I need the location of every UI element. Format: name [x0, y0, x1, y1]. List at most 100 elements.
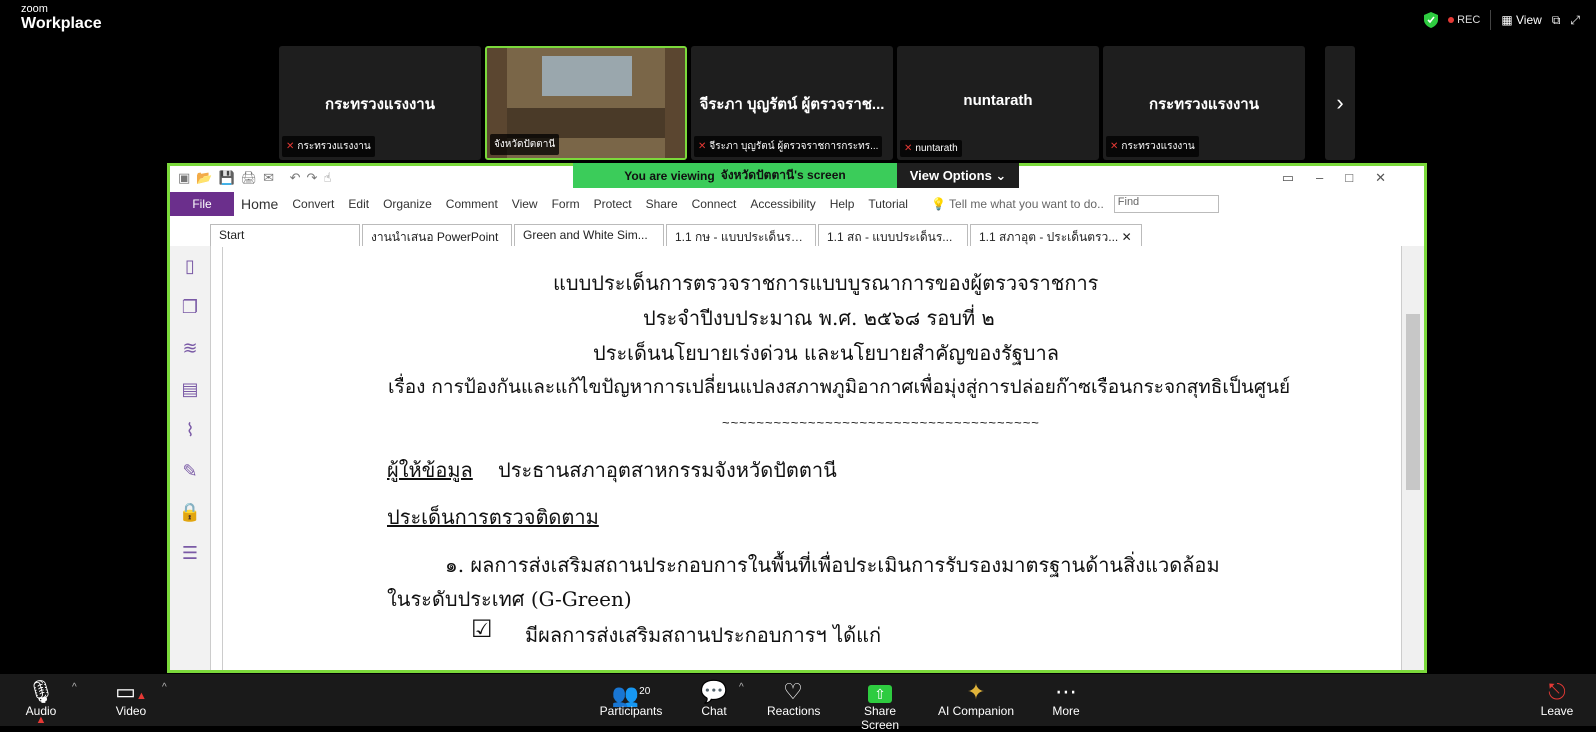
file-menu[interactable]: File — [170, 192, 234, 216]
view-button[interactable]: ▦ View — [1501, 13, 1541, 27]
menu-form[interactable]: Form — [545, 197, 587, 211]
form-icon[interactable]: ☰ — [182, 543, 198, 564]
shield-icon[interactable] — [1424, 12, 1439, 28]
menu-home[interactable]: Home — [234, 196, 285, 212]
item1-line2: ในระดับประเทศ (G-Green) — [387, 587, 632, 611]
doc-title-line4: เรื่อง การป้องกันและแก้ไขปัญหาการเปลี่ยน… — [388, 376, 1291, 398]
leave-button[interactable]: ⎋ Leave — [1540, 680, 1574, 719]
document-tabs: Start งานนำเสนอ PowerPoint Green and Whi… — [170, 219, 1424, 246]
tab-start[interactable]: Start — [210, 224, 360, 246]
video-label: Video — [115, 704, 147, 718]
fullscreen-icon[interactable]: ⤢ — [1570, 13, 1580, 28]
view-options-button[interactable]: View Options ⌄ — [897, 163, 1019, 188]
close-tab-icon[interactable]: ✕ — [1122, 230, 1132, 244]
doc-title-line2: ประจำปีงบประมาณ พ.ศ. ๒๕๖๘ รอบที่ ๒ — [643, 306, 995, 330]
participant-tile[interactable]: nuntarath ✕ nuntarath — [897, 46, 1099, 160]
vertical-scrollbar[interactable] — [1401, 246, 1424, 670]
participant-tile[interactable]: กระทรวงแรงงาน ✕ กระทรวงแรงงาน — [279, 46, 481, 160]
next-page-chevron-icon[interactable]: › — [1325, 46, 1355, 160]
check-text: มีผลการส่งเสริมสถานประกอบการฯ ได้แก่ — [525, 623, 882, 647]
brand-big: Workplace — [21, 15, 102, 32]
participants-button[interactable]: 👥20 Participants — [598, 680, 664, 718]
menu-organize[interactable]: Organize — [376, 197, 439, 211]
layers-icon[interactable]: ≋ — [182, 338, 197, 359]
menu-view[interactable]: View — [505, 197, 545, 211]
audio-label: Audio — [25, 704, 57, 718]
audio-button[interactable]: 🎙▲ Audio — [24, 680, 58, 727]
chat-options-caret-icon[interactable]: ^ — [739, 682, 744, 693]
screen-owner: จังหวัดปัตตานี's screen — [720, 168, 846, 182]
ornament-divider: ~~~~~~~~~~~~~~~~~~~~~~~~~~~~~~~~~~~~~~~ — [722, 415, 1040, 430]
item1-line1: ๑. ผลการส่งเสริมสถานประกอบการในพื้นที่เพ… — [445, 553, 1220, 577]
menu-accessibility[interactable]: Accessibility — [743, 197, 822, 211]
participant-tag-label: กระทรวงแรงงาน — [1121, 141, 1195, 152]
menu-share[interactable]: Share — [639, 197, 685, 211]
checkbox-icon: ☑ — [471, 615, 493, 643]
menu-connect[interactable]: Connect — [685, 197, 744, 211]
shared-screen: ▣📂💾🖨✉ ↶↷☝ ▭–□✕ File Home Convert Edit Or… — [167, 163, 1427, 673]
section-heading: ประเด็นการตรวจติดตาม — [387, 505, 599, 529]
participant-count: 20 — [639, 686, 651, 697]
participant-name-tag: ✕ กระทรวงแรงงาน — [1106, 136, 1199, 157]
ai-companion-label: AI Companion — [937, 704, 1015, 718]
tell-me-input[interactable]: 💡 Tell me what you want to do.. — [931, 197, 1104, 211]
more-button[interactable]: ⋯ More — [1051, 680, 1081, 719]
rec-label: REC — [1457, 14, 1481, 26]
reactions-button[interactable]: ♡ Reactions — [767, 679, 821, 719]
muted-mic-icon: ✕ — [1110, 141, 1119, 152]
tab-active[interactable]: 1.1 สภาอุต - ประเด็นตรว... ✕ — [970, 224, 1142, 246]
divider — [1490, 10, 1492, 30]
menu-protect[interactable]: Protect — [587, 197, 639, 211]
toolbar-icons[interactable]: ▣📂💾🖨✉ ↶↷☝ — [178, 170, 337, 186]
participant-tile-video[interactable]: จังหวัดปัตตานี — [485, 46, 687, 160]
minimize-window-icon[interactable]: ⧉ — [1552, 13, 1561, 28]
sparkle-icon: ✦ — [966, 679, 986, 704]
participant-tile[interactable]: กระทรวงแรงงาน ✕ กระทรวงแรงงาน — [1103, 46, 1305, 160]
share-screen-button[interactable]: ⇧ Share Screen — [845, 680, 915, 732]
participant-tile[interactable]: จีระภา บุญรัตน์ ผู้ตรวจราช... ✕ จีระภา บุ… — [691, 46, 893, 160]
find-input[interactable]: Find — [1113, 195, 1219, 213]
video-options-caret-icon[interactable]: ^ — [162, 682, 167, 693]
participants-icon: 👥20 — [611, 682, 651, 708]
participant-name-tag: ✕ จีระภา บุญรัตน์ ผู้ตรวจราชการกระทร... — [694, 136, 883, 157]
doc-title-line3: ประเด็นนโยบายเร่งด่วน และนโยบายสำคัญของร… — [593, 341, 1059, 365]
zoom-logo: zoom Workplace — [21, 4, 102, 32]
window-controls[interactable]: ▭–□✕ — [1282, 170, 1408, 186]
comments-icon[interactable]: ▤ — [181, 379, 198, 400]
recording-indicator[interactable]: REC — [1448, 14, 1480, 26]
page-thumbnail-icon[interactable]: ▯ — [185, 256, 195, 277]
chat-button[interactable]: 💬 Chat — [700, 680, 728, 719]
attachment-icon[interactable]: ⌇ — [186, 420, 195, 441]
participant-name-large: กระทรวงแรงงาน — [1149, 96, 1259, 113]
tab-document[interactable]: Green and White Sim... — [514, 224, 664, 246]
signature-icon[interactable]: ✎ — [182, 461, 197, 482]
scroll-thumb[interactable] — [1406, 314, 1420, 490]
leave-label: Leave — [1540, 704, 1574, 718]
reactions-label: Reactions — [767, 704, 821, 718]
more-label: More — [1052, 704, 1080, 718]
menu-help[interactable]: Help — [823, 197, 862, 211]
tab-document[interactable]: 1.1 สถ - แบบประเด็นร... — [818, 224, 968, 246]
provider-value: ประธานสภาอุตสาหกรรมจังหวัดปัตตานี — [498, 458, 837, 482]
tell-me-label: Tell me what you want to do.. — [949, 197, 1104, 211]
participant-strip: กระทรวงแรงงาน ✕ กระทรวงแรงงาน จังหวัดปัตต… — [279, 46, 1305, 160]
menu-edit[interactable]: Edit — [341, 197, 376, 211]
participant-name-tag: จังหวัดปัตตานี — [490, 134, 560, 155]
video-button[interactable]: ▭▲ Video — [113, 680, 149, 719]
lock-icon[interactable]: 🔒 — [179, 502, 201, 523]
audio-options-caret-icon[interactable]: ^ — [72, 682, 77, 693]
muted-mic-icon: ✕ — [904, 143, 913, 154]
participant-name-tag: ✕ กระทรวงแรงงาน — [282, 136, 375, 157]
muted-mic-icon: ✕ — [286, 141, 295, 152]
pages-icon[interactable]: ❐ — [182, 297, 198, 318]
menu-comment[interactable]: Comment — [439, 197, 505, 211]
tab-document[interactable]: งานนำเสนอ PowerPoint — [362, 224, 512, 246]
ai-companion-button[interactable]: ✦ AI Companion — [937, 679, 1015, 719]
menu-tutorial[interactable]: Tutorial — [861, 197, 915, 211]
view-label: View — [1516, 13, 1542, 27]
share-screen-label: Share Screen — [860, 704, 900, 732]
menu-convert[interactable]: Convert — [285, 197, 341, 211]
tab-document[interactable]: 1.1 กษ - แบบประเด็นรา... — [666, 224, 816, 246]
participant-tag-label: กระทรวงแรงงาน — [297, 141, 371, 152]
heart-icon: ♡ — [783, 679, 803, 704]
